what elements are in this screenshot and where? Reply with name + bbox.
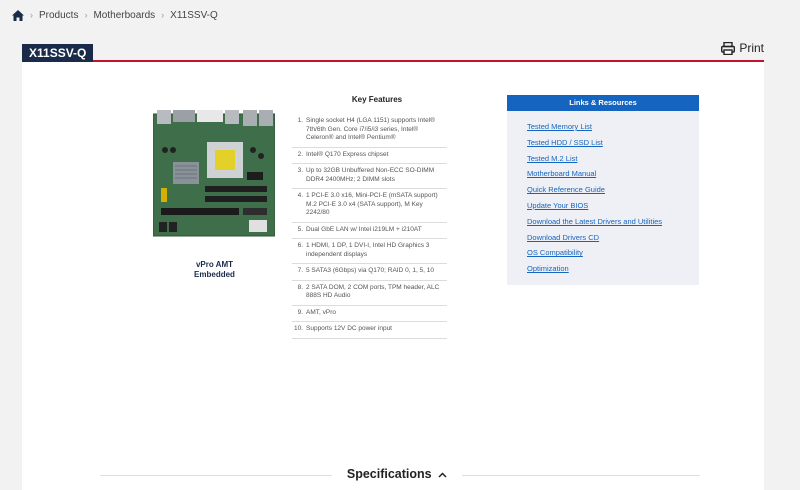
breadcrumb-separator: ›: [84, 10, 88, 20]
feature-text: Up to 32GB Unbuffered Non-ECC SO-DIMM DD…: [306, 167, 435, 183]
chevron-up-icon: [438, 472, 447, 478]
caption-line-1: vPro AMT: [195, 260, 234, 269]
breadcrumb-separator: ›: [30, 10, 33, 20]
links-resources-title: Links & Resources: [507, 95, 699, 111]
link-tested-hdd-ssd-list[interactable]: Tested HDD / SSD List: [527, 135, 699, 151]
caption-line-2: Embedded: [194, 270, 235, 279]
feature-number: 10.: [293, 325, 303, 332]
print-label: Print: [739, 41, 764, 55]
feature-text: AMT, vPro: [306, 308, 336, 316]
feature-text: 5 SATA3 (6Gbps) via Q170; RAID 0, 1, 5, …: [306, 267, 435, 274]
feature-number: 2.: [297, 150, 303, 158]
links-resources-panel: Links & Resources Tested Memory List Tes…: [507, 95, 699, 285]
feature-text: 1 PCI-E 3.0 x16, Mini-PCI-E (mSATA suppo…: [306, 192, 438, 216]
breadcrumb: › Products › Motherboards › X11SSV-Q: [12, 8, 218, 22]
product-caption: vPro AMT Embedded: [167, 260, 262, 280]
list-item: 2. Intel® Q170 Express chipset: [292, 148, 447, 164]
feature-text: Supports 12V DC power input: [306, 325, 392, 332]
links-list: Tested Memory List Tested HDD / SSD List…: [507, 111, 699, 277]
feature-number: 8.: [297, 283, 303, 291]
link-update-bios[interactable]: Update Your BIOS: [527, 198, 699, 214]
breadcrumb-separator: ›: [161, 10, 165, 20]
feature-number: 9.: [297, 308, 303, 316]
feature-text: Intel® Q170 Express chipset: [306, 150, 389, 158]
feature-number: 3.: [297, 167, 303, 174]
motherboard-image[interactable]: [152, 110, 276, 238]
breadcrumb-products[interactable]: Products: [39, 10, 78, 21]
feature-text: 2 SATA DOM, 2 COM ports, TPM header, ALC…: [306, 283, 440, 300]
home-icon[interactable]: [12, 9, 24, 21]
feature-number: 1.: [297, 117, 303, 124]
feature-text: Dual GbE LAN w/ Intel i219LM + i210AT: [306, 225, 422, 233]
list-item: 3. Up to 32GB Unbuffered Non-ECC SO-DIMM …: [292, 164, 447, 189]
list-item: 6. 1 HDMI, 1 DP, 1 DVI-I, Intel HD Graphi…: [292, 239, 447, 264]
list-item: 9. AMT, vPro: [292, 306, 447, 322]
breadcrumb-current: X11SSV-Q: [170, 9, 218, 21]
link-os-compatibility[interactable]: OS Compatibility: [527, 245, 699, 261]
key-features-list: 1. Single socket H4 (LGA 1151) supports I…: [292, 114, 447, 339]
feature-number: 7.: [297, 267, 303, 274]
feature-number: 6.: [297, 242, 303, 249]
feature-text: 1 HDMI, 1 DP, 1 DVI-I, Intel HD Graphics…: [306, 242, 430, 258]
list-item: 4. 1 PCI-E 3.0 x16, Mini-PCI-E (mSATA sup…: [292, 189, 447, 223]
feature-text: Single socket H4 (LGA 1151) supports Int…: [306, 117, 435, 141]
link-optimization[interactable]: Optimization: [527, 261, 699, 277]
specifications-title: Specifications: [346, 467, 432, 481]
link-download-drivers-utilities[interactable]: Download the Latest Drivers and Utilitie…: [527, 214, 699, 230]
printer-icon: [721, 41, 736, 55]
link-motherboard-manual[interactable]: Motherboard Manual: [527, 166, 699, 182]
link-tested-memory-list[interactable]: Tested Memory List: [527, 119, 699, 135]
list-item: 10. Supports 12V DC power input: [292, 322, 447, 339]
list-item: 7. 5 SATA3 (6Gbps) via Q170; RAID 0, 1, 5…: [292, 264, 447, 281]
breadcrumb-motherboards[interactable]: Motherboards: [93, 10, 155, 21]
key-features-title: Key Features: [351, 95, 403, 104]
link-download-drivers-cd[interactable]: Download Drivers CD: [527, 230, 699, 246]
page-title: X11SSV-Q: [22, 44, 94, 62]
print-button[interactable]: Print: [721, 41, 764, 55]
feature-number: 4.: [297, 192, 303, 199]
title-bar: X11SSV-Q Print: [22, 41, 764, 62]
feature-number: 5.: [297, 225, 303, 233]
link-quick-reference-guide[interactable]: Quick Reference Guide: [527, 182, 699, 198]
link-tested-m2-list[interactable]: Tested M.2 List: [527, 151, 699, 167]
list-item: 8. 2 SATA DOM, 2 COM ports, TPM header, A…: [292, 281, 447, 306]
specifications-toggle[interactable]: Specifications: [332, 467, 462, 481]
list-item: 1. Single socket H4 (LGA 1151) supports I…: [292, 114, 447, 148]
product-card: vPro AMT Embedded Key Features 1. Single …: [22, 62, 764, 490]
list-item: 5. Dual GbE LAN w/ Intel i219LM + i210AT: [292, 223, 447, 239]
